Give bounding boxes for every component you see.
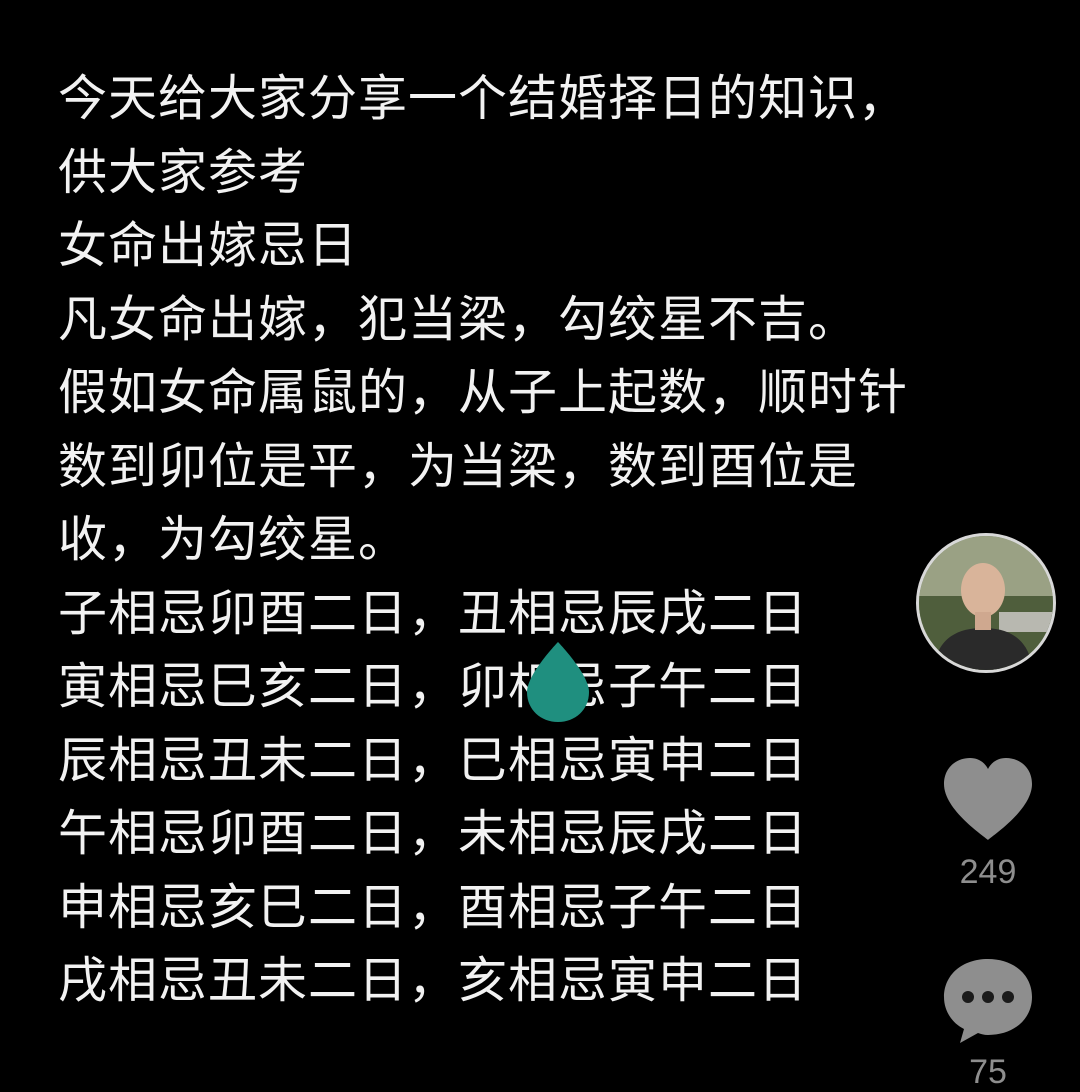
post-line: 午相忌卯酉二日，未相忌辰戌二日 [58, 805, 809, 862]
post-line: 供大家参考 [58, 143, 309, 201]
avatar[interactable] [916, 533, 1056, 673]
post-line: 女命出嫁忌日 [58, 217, 359, 274]
post-line: 假如女命属鼠的，从子上起数，顺时针 [58, 364, 909, 421]
post-line: 戌相忌丑未二日，亥相忌寅申二日 [58, 952, 809, 1009]
post-line: 寅相忌巳亥二日，卯相忌子午二日 [58, 658, 809, 715]
post-text: 今天给大家分享一个结婚择日的知识， 供大家参考 女命出嫁忌日 凡女命出嫁，犯当梁… [58, 62, 958, 1018]
post-line: 数到卯位是平，为当梁，数到酉位是 [58, 437, 859, 495]
post-line: 申相忌亥巳二日，酉相忌子午二日 [58, 878, 809, 936]
post-line: 收，为勾绞星。 [58, 511, 409, 568]
post-line: 子相忌卯酉二日，丑相忌辰戌二日 [58, 584, 809, 642]
like-count: 249 [959, 853, 1017, 891]
post-line: 今天给大家分享一个结婚择日的知识， [58, 70, 909, 127]
comment-bubble-icon[interactable] [940, 955, 1036, 1045]
location-pin-icon[interactable] [521, 640, 595, 724]
post-line: 辰相忌丑未二日，巳相忌寅申二日 [58, 731, 809, 789]
heart-icon[interactable] [940, 756, 1036, 844]
post-line: 凡女命出嫁，犯当梁，勾绞星不吉。 [58, 290, 859, 348]
comment-count: 75 [969, 1053, 1007, 1091]
